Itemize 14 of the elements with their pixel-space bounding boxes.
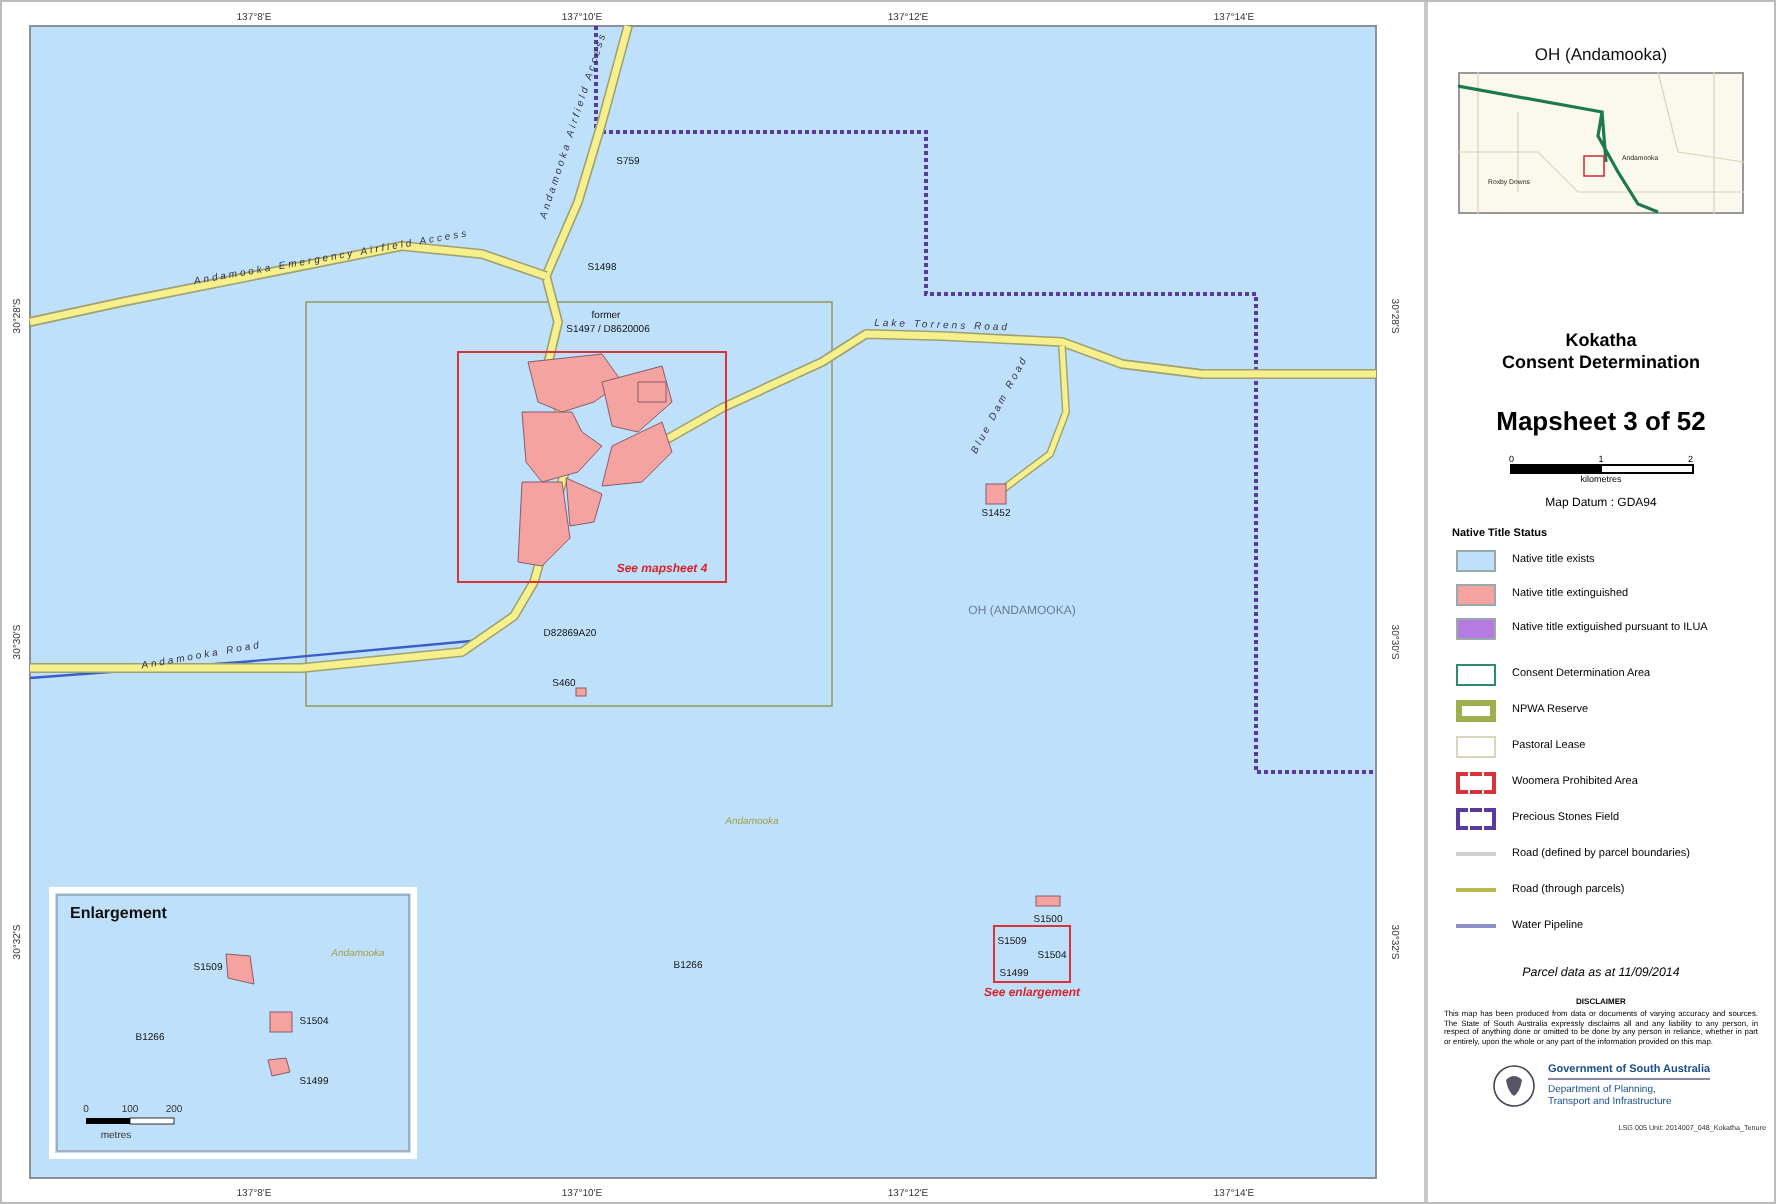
enlargement-extent-frame <box>993 925 1071 983</box>
map-title: Consent Determination <box>1501 352 1700 374</box>
parcel-shape <box>225 953 255 985</box>
enlargement-title: Enlargement <box>70 904 167 922</box>
parcel-shape <box>575 687 587 697</box>
parcel-shape <box>985 483 1007 505</box>
parcel-shape <box>1035 895 1061 907</box>
parcel-shape <box>267 1057 291 1077</box>
mapsheet-title: Mapsheet 3 of 52 <box>1496 406 1706 436</box>
location-title: OH (Andamooka) <box>1534 44 1668 64</box>
scale-bar <box>86 1117 175 1125</box>
map-title: Kokatha <box>1563 330 1639 352</box>
crest-icon <box>1491 1064 1536 1109</box>
parcel-shape <box>269 1011 293 1033</box>
